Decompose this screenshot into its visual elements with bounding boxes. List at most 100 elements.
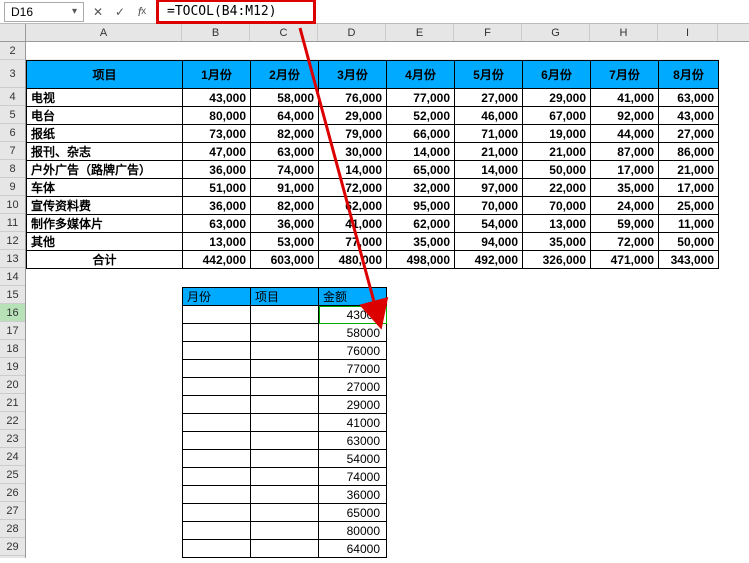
data-cell[interactable]: 27,000 — [455, 89, 523, 107]
empty-cell[interactable] — [251, 324, 319, 342]
empty-cell[interactable] — [251, 396, 319, 414]
row-label[interactable]: 宣传资料费 — [27, 197, 183, 215]
data-cell[interactable]: 14,000 — [387, 143, 455, 161]
empty-cell[interactable] — [251, 360, 319, 378]
total-cell[interactable]: 471,000 — [591, 251, 659, 269]
row-header[interactable]: 3 — [0, 60, 25, 88]
row-label[interactable]: 电视 — [27, 89, 183, 107]
row-header[interactable]: 27 — [0, 502, 25, 520]
row-header[interactable]: 4 — [0, 88, 25, 106]
data-cell[interactable]: 50,000 — [523, 161, 591, 179]
data-cell[interactable]: 77,000 — [387, 89, 455, 107]
empty-cell[interactable] — [183, 306, 251, 324]
empty-cell[interactable] — [183, 486, 251, 504]
data-cell[interactable]: 63,000 — [251, 143, 319, 161]
row-label[interactable]: 制作多媒体片 — [27, 215, 183, 233]
data-cell[interactable]: 22,000 — [523, 179, 591, 197]
col-header-C[interactable]: C — [250, 24, 318, 41]
data-cell[interactable]: 17,000 — [591, 161, 659, 179]
row-header[interactable]: 11 — [0, 214, 25, 232]
data-cell[interactable]: 70,000 — [455, 197, 523, 215]
chevron-down-icon[interactable]: ▾ — [72, 6, 77, 17]
data-cell[interactable]: 32,000 — [387, 179, 455, 197]
empty-cell[interactable] — [251, 522, 319, 540]
small-header[interactable]: 项目 — [251, 288, 319, 306]
data-cell[interactable]: 94,000 — [455, 233, 523, 251]
row-label[interactable]: 电台 — [27, 107, 183, 125]
amount-cell[interactable]: 77000 — [319, 360, 387, 378]
row-header[interactable]: 6 — [0, 124, 25, 142]
data-cell[interactable]: 43,000 — [183, 89, 251, 107]
empty-cell[interactable] — [183, 324, 251, 342]
header-month[interactable]: 4月份 — [387, 61, 455, 89]
amount-cell[interactable]: 36000 — [319, 486, 387, 504]
small-header[interactable]: 金额 — [319, 288, 387, 306]
data-cell[interactable]: 74,000 — [251, 161, 319, 179]
data-cell[interactable]: 50,000 — [659, 233, 719, 251]
data-cell[interactable]: 87,000 — [591, 143, 659, 161]
total-cell[interactable]: 492,000 — [455, 251, 523, 269]
total-cell[interactable]: 326,000 — [523, 251, 591, 269]
empty-cell[interactable] — [251, 486, 319, 504]
row-header[interactable]: 18 — [0, 340, 25, 358]
amount-cell[interactable]: 76000 — [319, 342, 387, 360]
header-month[interactable]: 2月份 — [251, 61, 319, 89]
empty-cell[interactable] — [183, 378, 251, 396]
data-cell[interactable]: 70,000 — [523, 197, 591, 215]
col-header-I[interactable]: I — [658, 24, 718, 41]
row-header[interactable]: 8 — [0, 160, 25, 178]
formula-input[interactable]: =TOCOL(B4:M12) — [156, 0, 316, 24]
empty-cell[interactable] — [251, 414, 319, 432]
row-header[interactable]: 28 — [0, 520, 25, 538]
data-cell[interactable]: 82,000 — [251, 197, 319, 215]
total-cell[interactable]: 343,000 — [659, 251, 719, 269]
row-header[interactable]: 9 — [0, 178, 25, 196]
data-cell[interactable]: 21,000 — [455, 143, 523, 161]
header-month[interactable]: 3月份 — [319, 61, 387, 89]
empty-cell[interactable] — [183, 396, 251, 414]
empty-cell[interactable] — [251, 468, 319, 486]
amount-cell[interactable]: 54000 — [319, 450, 387, 468]
row-header[interactable]: 15 — [0, 286, 25, 304]
empty-cell[interactable] — [183, 522, 251, 540]
data-cell[interactable]: 79,000 — [319, 125, 387, 143]
data-cell[interactable]: 36,000 — [251, 215, 319, 233]
empty-cell[interactable] — [251, 342, 319, 360]
row-label[interactable]: 车体 — [27, 179, 183, 197]
data-cell[interactable]: 13,000 — [183, 233, 251, 251]
empty-cell[interactable] — [183, 540, 251, 558]
data-cell[interactable]: 13,000 — [523, 215, 591, 233]
data-cell[interactable]: 71,000 — [455, 125, 523, 143]
data-cell[interactable]: 36,000 — [183, 197, 251, 215]
data-cell[interactable]: 30,000 — [319, 143, 387, 161]
data-cell[interactable]: 63,000 — [659, 89, 719, 107]
cancel-formula-button[interactable]: ✕ — [88, 2, 108, 22]
total-cell[interactable]: 480,000 — [319, 251, 387, 269]
data-cell[interactable]: 80,000 — [183, 107, 251, 125]
data-cell[interactable]: 36,000 — [183, 161, 251, 179]
data-cell[interactable]: 65,000 — [387, 161, 455, 179]
data-cell[interactable]: 62,000 — [319, 197, 387, 215]
amount-cell[interactable]: 29000 — [319, 396, 387, 414]
data-cell[interactable]: 41,000 — [319, 215, 387, 233]
data-cell[interactable]: 86,000 — [659, 143, 719, 161]
data-cell[interactable]: 35,000 — [387, 233, 455, 251]
worksheet[interactable]: 项目 1月份 2月份 3月份 4月份 5月份 6月份 7月份 8月份 电视43,… — [26, 42, 719, 558]
data-cell[interactable]: 29,000 — [319, 107, 387, 125]
row-header[interactable]: 24 — [0, 448, 25, 466]
total-label[interactable]: 合计 — [27, 251, 183, 269]
accept-formula-button[interactable]: ✓ — [110, 2, 130, 22]
empty-cell[interactable] — [251, 306, 319, 324]
data-cell[interactable]: 14,000 — [455, 161, 523, 179]
data-cell[interactable]: 82,000 — [251, 125, 319, 143]
row-header[interactable]: 19 — [0, 358, 25, 376]
total-cell[interactable]: 498,000 — [387, 251, 455, 269]
data-cell[interactable]: 63,000 — [183, 215, 251, 233]
data-cell[interactable]: 91,000 — [251, 179, 319, 197]
amount-cell[interactable]: 63000 — [319, 432, 387, 450]
data-cell[interactable]: 66,000 — [387, 125, 455, 143]
empty-cell[interactable] — [183, 450, 251, 468]
amount-cell[interactable]: 80000 — [319, 522, 387, 540]
col-header-E[interactable]: E — [386, 24, 454, 41]
data-cell[interactable]: 21,000 — [659, 161, 719, 179]
